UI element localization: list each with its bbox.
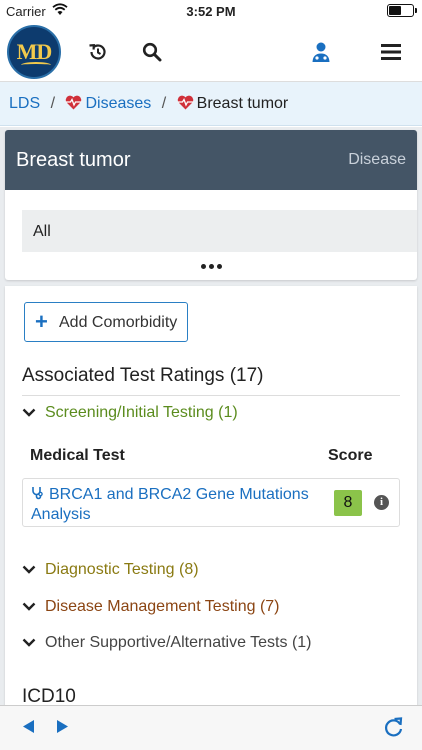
group-screening[interactable]: Screening/Initial Testing (1) (22, 404, 238, 422)
more-options-icon[interactable] (5, 256, 417, 274)
top-nav: MD (0, 22, 422, 82)
add-comorbidity-label: Add Comorbidity (59, 314, 178, 331)
test-name-link[interactable]: BRCA1 and BRCA2 Gene Mutations Analysis (31, 485, 331, 525)
filter-select[interactable]: All (22, 210, 417, 252)
col-medical-test: Medical Test (30, 447, 125, 464)
history-icon[interactable] (85, 39, 111, 65)
ratings-title: Associated Test Ratings (17) (22, 365, 264, 386)
forward-arrow-icon[interactable] (56, 719, 69, 739)
disease-card: Breast tumor Disease All (5, 130, 417, 280)
group-diagnostic[interactable]: Diagnostic Testing (8) (22, 561, 199, 579)
breadcrumb-separator: / (50, 95, 56, 112)
breadcrumb: LDS / Diseases / Breast tumor (0, 82, 422, 126)
breadcrumb-current: Breast tumor (196, 95, 289, 112)
battery-icon (387, 4, 417, 17)
app-logo[interactable]: MD (7, 25, 61, 79)
search-icon[interactable] (139, 39, 165, 65)
disease-kind-label: Disease (348, 151, 406, 168)
group-label: Screening/Initial Testing (1) (45, 404, 238, 421)
status-time: 3:52 PM (186, 4, 236, 19)
test-ratings-card: + Add Comorbidity Associated Test Rating… (5, 286, 417, 716)
chevron-down-icon (22, 404, 36, 422)
logo-book-icon (21, 62, 51, 68)
back-arrow-icon[interactable] (22, 719, 35, 739)
score-badge: 8 (334, 490, 362, 516)
group-disease-management[interactable]: Disease Management Testing (7) (22, 598, 280, 616)
add-comorbidity-button[interactable]: + Add Comorbidity (24, 302, 188, 342)
col-score: Score (328, 447, 373, 464)
table-row: BRCA1 and BRCA2 Gene Mutations Analysis … (22, 478, 400, 527)
group-label: Other Supportive/Alternative Tests (1) (45, 634, 312, 651)
group-label: Disease Management Testing (7) (45, 598, 280, 615)
chevron-down-icon (22, 634, 36, 652)
status-bar: Carrier 3:52 PM (0, 0, 422, 22)
breadcrumb-separator: / (161, 95, 167, 112)
info-icon[interactable]: i (374, 495, 389, 510)
group-other-supportive[interactable]: Other Supportive/Alternative Tests (1) (22, 634, 312, 652)
doctor-icon[interactable] (308, 39, 334, 65)
heartbeat-icon (65, 95, 82, 115)
group-label: Diagnostic Testing (8) (45, 561, 199, 578)
chevron-down-icon (22, 561, 36, 579)
divider (22, 395, 400, 396)
plus-icon: + (35, 309, 48, 334)
disease-title: Breast tumor (16, 149, 131, 171)
menu-icon[interactable] (378, 39, 404, 65)
refresh-icon[interactable] (383, 716, 405, 743)
bottom-toolbar (0, 705, 422, 750)
breadcrumb-diseases-link[interactable]: Diseases (85, 95, 151, 112)
chevron-down-icon (22, 598, 36, 616)
disease-card-header: Breast tumor Disease (5, 130, 417, 190)
breadcrumb-root-link[interactable]: LDS (9, 95, 40, 112)
heartbeat-icon (177, 95, 194, 115)
